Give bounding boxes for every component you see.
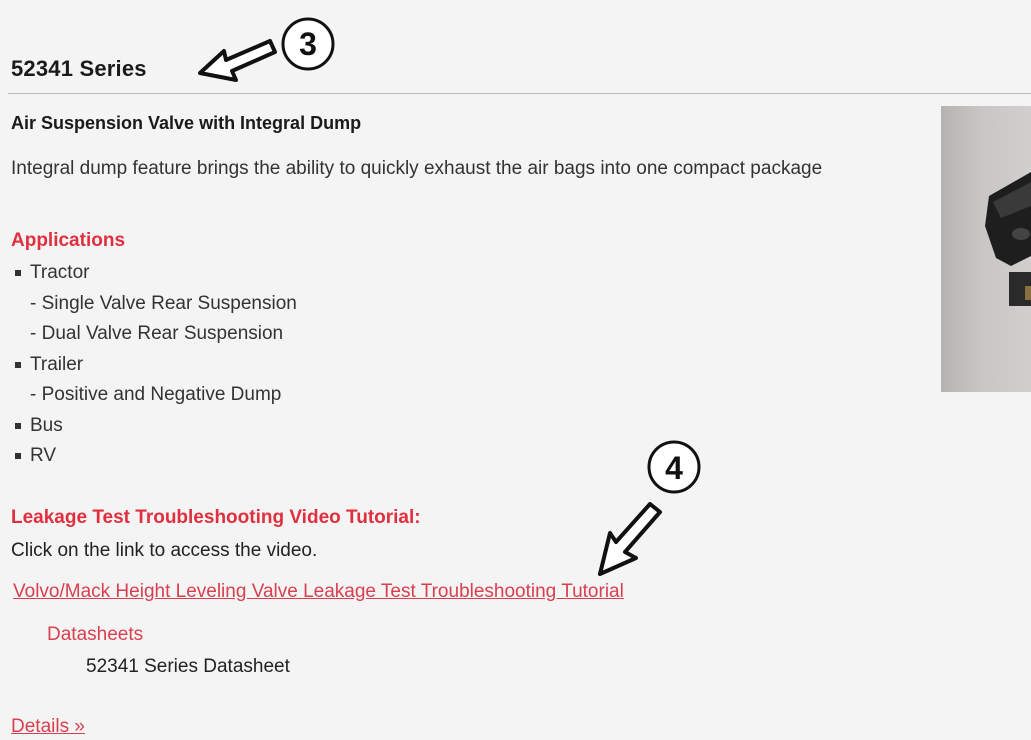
video-tutorial-heading: Leakage Test Troubleshooting Video Tutor… (11, 507, 421, 528)
bullet-icon (15, 453, 21, 460)
callout-3-annotation: 3 (198, 17, 335, 82)
product-subtitle: Air Suspension Valve with Integral Dump (11, 113, 362, 133)
applications-heading: Applications (11, 230, 126, 251)
list-subitem: - Dual Valve Rear Suspension (30, 323, 284, 344)
application-label: RV (30, 445, 57, 466)
list-subitem: - Single Valve Rear Suspension (30, 292, 297, 314)
tutorial-video-link[interactable]: Volvo/Mack Height Leveling Valve Leakage… (13, 581, 624, 603)
bullet-icon (15, 270, 21, 277)
datasheet-link[interactable]: 52341 Series Datasheet (86, 656, 290, 678)
product-description: Integral dump feature brings the ability… (11, 158, 823, 179)
callout-3-number: 3 (299, 26, 317, 62)
list-subitem: - Positive and Negative Dump (30, 384, 282, 405)
application-label: Trailer (30, 353, 84, 375)
callout-4-annotation: 4 (598, 440, 701, 576)
title-divider (8, 93, 1031, 94)
bullet-icon (15, 422, 21, 429)
list-item: Trailer (11, 350, 297, 381)
list-item: RV (11, 441, 297, 472)
product-image (941, 106, 1031, 392)
list-item: Bus (11, 411, 297, 442)
applications-list: Tractor - Single Valve Rear Suspension -… (11, 258, 297, 472)
page-title: 52341 Series (11, 56, 147, 81)
bullet-icon (15, 361, 21, 368)
callout-4-number: 4 (665, 450, 683, 486)
details-link[interactable]: Details » (11, 716, 85, 738)
callout-4-arrow-icon (598, 502, 662, 576)
callout-3-arrow-icon (198, 39, 277, 82)
video-instructions: Click on the link to access the video. (11, 540, 318, 561)
product-page: 52341 Series 3 Air Suspension Valve with… (0, 0, 1031, 740)
list-item: Tractor (11, 258, 297, 289)
datasheets-label: Datasheets (47, 624, 144, 645)
application-label: Bus (30, 414, 63, 436)
valve-photo-icon (985, 172, 1031, 306)
application-label: Tractor (30, 262, 90, 283)
